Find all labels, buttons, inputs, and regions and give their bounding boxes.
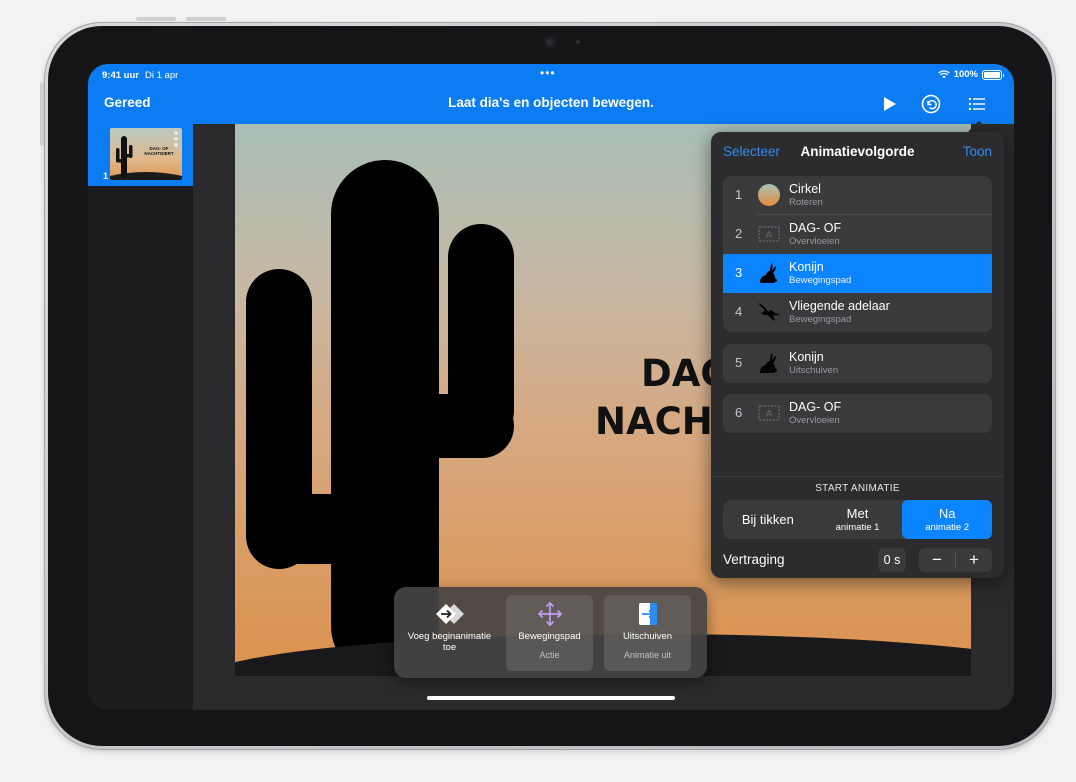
undo-icon[interactable] (919, 92, 943, 116)
svg-text:A: A (766, 231, 773, 241)
animation-action-tray: Voeg beginanimatie toe Bewegingspad Acti… (394, 587, 707, 678)
add-build-in-icon (436, 604, 464, 624)
panel-title: Animatievolgorde (800, 144, 915, 159)
slide-thumbnail-1[interactable]: DAG- OF NACHTDIERT 1 (88, 124, 193, 186)
start-option-with[interactable]: Met animatie 1 (813, 500, 903, 539)
start-option-label: Met (846, 506, 869, 521)
tray-item-sub: Actie (539, 650, 560, 660)
divider (711, 476, 1004, 477)
textbox-icon: A (758, 226, 780, 242)
animation-effect: Bewegingspad (789, 314, 852, 325)
battery-percentage: 100% (953, 69, 978, 80)
status-right: 100% (938, 69, 1004, 80)
circle-icon (758, 184, 780, 206)
animation-effect: Uitschuiven (789, 365, 839, 376)
volume-button (186, 17, 226, 21)
status-date: Di 1 apr (145, 70, 179, 81)
delay-value[interactable]: 0 s (878, 548, 906, 572)
eagle-icon (758, 303, 780, 321)
camera (543, 35, 557, 49)
animation-number: 4 (735, 304, 743, 319)
slide-out-button[interactable]: Uitschuiven Animatie uit (604, 595, 691, 671)
start-option-label: Na (938, 506, 956, 521)
animation-effect: Overvloeien (789, 415, 840, 426)
decrease-delay-button[interactable]: − (919, 548, 955, 572)
tray-item-label: Voeg beginanimatie toe (407, 631, 492, 653)
thumbnail-title: DAG- OF NACHTDIERT (144, 146, 174, 156)
slide-thumbnail-image: DAG- OF NACHTDIERT (110, 128, 182, 180)
slide-number: 1 (103, 171, 109, 181)
list-icon[interactable] (965, 92, 989, 116)
motion-path-button[interactable]: Bewegingspad Actie (506, 595, 593, 671)
wifi-icon (938, 70, 950, 79)
animation-number: 1 (735, 187, 743, 202)
rabbit-icon (760, 353, 777, 373)
start-option-on-tap[interactable]: Bij tikken (723, 500, 813, 539)
animation-row[interactable]: 1 Cirkel Roteren (723, 176, 992, 215)
animation-number: 5 (735, 355, 743, 370)
delay-label: Vertraging (723, 552, 785, 567)
top-button (40, 82, 44, 146)
battery-icon (982, 69, 1004, 80)
animation-group-3: 6 A DAG- OF Overvloeien (723, 394, 992, 433)
play-icon[interactable] (877, 92, 901, 116)
animation-row[interactable]: 4 Vliegende adelaar Bewegingspad (723, 293, 992, 332)
animation-row[interactable]: 2 A DAG- OF Overvloeien (723, 215, 992, 254)
start-option-after[interactable]: Na animatie 2 (902, 500, 993, 539)
start-option-label: Bij tikken (741, 512, 794, 527)
animation-name: Konijn (789, 260, 824, 274)
tray-item-sub: Animatie uit (623, 650, 672, 660)
animation-name: DAG- OF (789, 400, 842, 414)
start-animation-segmented-control: Bij tikken Met animatie 1 Na animatie 2 (723, 500, 993, 539)
status-time: 9:41 uur (102, 70, 139, 81)
animation-row[interactable]: 5 Konijn Uitschuiven (723, 344, 992, 383)
move-arrows-icon (537, 601, 563, 627)
animation-effect: Overvloeien (789, 236, 840, 247)
animation-order-panel: Selecteer Animatievolgorde Toon 1 Cirkel… (711, 132, 1004, 578)
start-animation-label: START ANIMATIE (815, 483, 900, 494)
slide-navigator: DAG- OF NACHTDIERT 1 (88, 124, 193, 710)
add-build-in-button[interactable]: Voeg beginanimatie toe (406, 595, 493, 671)
start-option-sub: animatie 2 (925, 522, 970, 533)
show-button[interactable]: Toon (963, 144, 992, 159)
slide-out-icon (639, 603, 657, 625)
animation-name: Konijn (789, 350, 824, 364)
textbox-icon: A (758, 405, 780, 421)
screen: 9:41 uur Di 1 apr ••• 100% Gereed Laat d… (88, 64, 1014, 710)
animation-name: DAG- OF (789, 221, 842, 235)
animation-name: Cirkel (789, 182, 821, 196)
svg-text:A: A (766, 410, 773, 420)
increase-delay-button[interactable]: + (956, 548, 992, 572)
animation-row-selected[interactable]: 3 Konijn Bewegingspad (723, 254, 992, 293)
start-option-sub: animatie 1 (835, 522, 880, 533)
animation-row[interactable]: 6 A DAG- OF Overvloeien (723, 394, 992, 433)
animation-number: 3 (735, 265, 743, 280)
rabbit-icon (760, 263, 777, 283)
animation-name: Vliegende adelaar (789, 299, 890, 313)
animation-effect: Bewegingspad (789, 275, 852, 286)
toolbar: 9:41 uur Di 1 apr ••• 100% Gereed Laat d… (88, 64, 1014, 124)
document-title: Laat dia's en objecten bewegen. (448, 95, 654, 110)
tray-item-label: Bewegingspad (518, 631, 581, 642)
tray-item-label: Uitschuiven (622, 631, 673, 642)
home-indicator[interactable] (427, 696, 675, 700)
animation-group-2: 5 Konijn Uitschuiven (723, 344, 992, 383)
animation-number: 2 (735, 226, 743, 241)
delay-stepper: − + (919, 548, 992, 572)
volume-button (136, 17, 176, 21)
animation-effect: Roteren (789, 197, 823, 208)
animation-group-1: 1 Cirkel Roteren 2 A DAG- OF Overvloeien… (723, 176, 992, 332)
multitasking-dots-icon[interactable]: ••• (540, 66, 556, 80)
sensor (576, 40, 580, 44)
animation-number: 6 (735, 405, 743, 420)
